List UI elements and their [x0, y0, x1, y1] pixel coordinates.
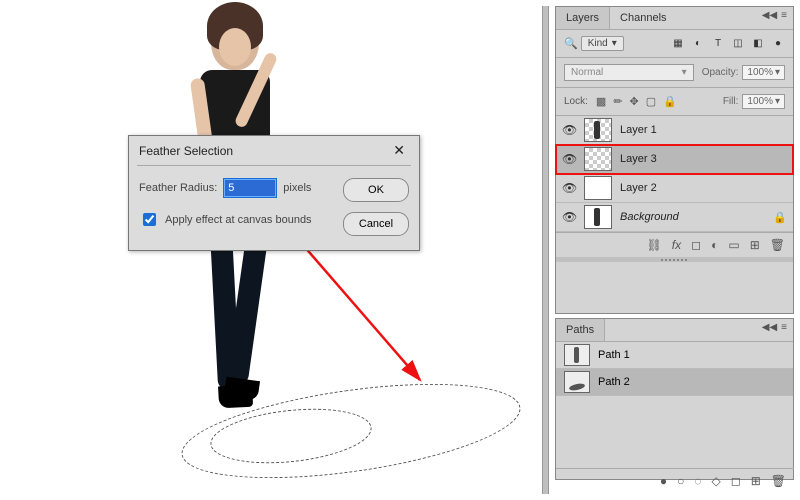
path-row[interactable]: Path 2 — [556, 369, 793, 396]
layer-row[interactable]: 👁 Layer 3 — [556, 145, 793, 174]
visibility-toggle-icon[interactable]: 👁 — [562, 123, 576, 137]
feather-radius-label: Feather Radius: — [139, 182, 217, 194]
ok-button[interactable]: OK — [343, 178, 409, 202]
layer-name[interactable]: Layer 3 — [620, 153, 657, 165]
layers-panel: Layers Channels ◀◀ ≡ 🔍Kind▾ ▦ ◐ T ◫ ◧ ● … — [555, 6, 794, 314]
path-name[interactable]: Path 1 — [598, 349, 630, 361]
dialog-title: Feather Selection — [139, 144, 233, 158]
path-name[interactable]: Path 2 — [598, 376, 630, 388]
layers-panel-footer: ⛓ fx ◻ ◐ ▭ ⊞ 🗑 — [556, 232, 793, 257]
add-mask-icon[interactable]: ◻ — [731, 474, 741, 488]
layer-name[interactable]: Layer 2 — [620, 182, 657, 194]
path-thumbnail[interactable] — [564, 344, 590, 366]
lock-paint-icon[interactable]: ✏ — [613, 95, 622, 108]
filter-smart-icon[interactable]: ◧ — [751, 37, 765, 51]
layers-list: 👁 Layer 1 👁 Layer 3 👁 Layer 2 👁 Background 🔒 — [556, 116, 793, 232]
fill-path-icon[interactable]: ● — [660, 474, 667, 488]
delete-path-icon[interactable]: 🗑 — [771, 474, 786, 488]
feather-radius-unit: pixels — [283, 182, 311, 194]
visibility-toggle-icon[interactable]: 👁 — [562, 181, 576, 195]
cancel-button[interactable]: Cancel — [343, 212, 409, 236]
opacity-input[interactable]: 100%▾ — [742, 65, 785, 80]
layer-thumbnail[interactable] — [584, 176, 612, 200]
selection-to-path-icon[interactable]: ◇ — [712, 474, 721, 488]
layer-filter-search[interactable]: 🔍Kind▾ — [564, 36, 624, 51]
paths-panel-footer: ● ○ ◌ ◇ ◻ ⊞ 🗑 — [556, 468, 794, 493]
paths-list: Path 1 Path 2 — [556, 342, 793, 396]
panel-menu-icon[interactable]: ≡ — [781, 322, 787, 338]
stroke-path-icon[interactable]: ○ — [677, 474, 684, 488]
layer-name[interactable]: Background — [620, 211, 679, 223]
paths-panel: Paths ◀◀ ≡ Path 1Path 2 ● ○ ◌ ◇ ◻ ⊞ 🗑 — [555, 318, 794, 480]
visibility-toggle-icon[interactable]: 👁 — [562, 152, 576, 166]
visibility-toggle-icon[interactable]: 👁 — [562, 210, 576, 224]
opacity-label: Opacity: — [702, 67, 739, 78]
tab-paths[interactable]: Paths — [556, 319, 605, 341]
layer-thumbnail[interactable] — [584, 118, 612, 142]
panel-resize-grip[interactable] — [556, 257, 793, 262]
feather-selection-dialog: Feather Selection ✕ Feather Radius: pixe… — [128, 135, 420, 251]
lock-label: Lock: — [564, 96, 588, 107]
fill-input[interactable]: 100%▾ — [742, 94, 785, 109]
lock-position-icon[interactable]: ✥ — [630, 95, 639, 108]
filter-kind-select[interactable]: Kind▾ — [581, 36, 624, 51]
filter-adjust-icon[interactable]: ◐ — [691, 37, 705, 51]
layer-row[interactable]: 👁 Layer 1 — [556, 116, 793, 145]
fx-icon[interactable]: fx — [672, 238, 681, 252]
lock-transparency-icon[interactable]: ▩ — [596, 95, 606, 108]
layer-thumbnail[interactable] — [584, 205, 612, 229]
fill-label: Fill: — [723, 96, 739, 107]
apply-bounds-checkbox[interactable]: Apply effect at canvas bounds — [139, 210, 333, 229]
layer-thumbnail[interactable] — [584, 147, 612, 171]
new-layer-icon[interactable]: ⊞ — [750, 238, 760, 252]
collapse-icon[interactable]: ◀◀ — [762, 10, 777, 26]
group-icon[interactable]: ▭ — [728, 238, 739, 252]
feather-radius-input[interactable] — [223, 178, 277, 198]
adjustment-layer-icon[interactable]: ◐ — [711, 238, 718, 252]
chevron-down-icon: ▾ — [612, 38, 617, 49]
path-thumbnail[interactable] — [564, 371, 590, 393]
add-mask-icon[interactable]: ◻ — [691, 238, 701, 252]
panel-dock-handle[interactable] — [542, 6, 549, 494]
link-layers-icon[interactable]: ⛓ — [647, 238, 662, 252]
lock-all-icon[interactable]: 🔒 — [663, 95, 677, 108]
blend-mode-select[interactable]: Normal▾ — [564, 64, 694, 81]
filter-shape-icon[interactable]: ◫ — [731, 37, 745, 51]
tab-channels[interactable]: Channels — [610, 7, 676, 29]
layer-name[interactable]: Layer 1 — [620, 124, 657, 136]
collapse-icon[interactable]: ◀◀ — [762, 322, 777, 338]
path-row[interactable]: Path 1 — [556, 342, 793, 369]
new-path-icon[interactable]: ⊞ — [751, 474, 761, 488]
filter-toggle-icon[interactable]: ● — [771, 37, 785, 51]
filter-pixel-icon[interactable]: ▦ — [671, 37, 685, 51]
lock-icon: 🔒 — [773, 211, 787, 224]
layer-row[interactable]: 👁 Layer 2 — [556, 174, 793, 203]
panel-menu-icon[interactable]: ≡ — [781, 10, 787, 26]
delete-layer-icon[interactable]: 🗑 — [770, 238, 785, 252]
close-icon[interactable]: ✕ — [389, 142, 409, 159]
lock-artboard-icon[interactable]: ▢ — [646, 95, 656, 108]
chevron-down-icon: ▾ — [682, 67, 687, 78]
layer-row[interactable]: 👁 Background 🔒 — [556, 203, 793, 232]
path-to-selection-icon[interactable]: ◌ — [694, 474, 701, 488]
filter-type-icon[interactable]: T — [711, 37, 725, 51]
apply-bounds-label: Apply effect at canvas bounds — [165, 214, 312, 226]
search-icon: 🔍 — [564, 37, 578, 50]
tab-layers[interactable]: Layers — [556, 7, 610, 29]
